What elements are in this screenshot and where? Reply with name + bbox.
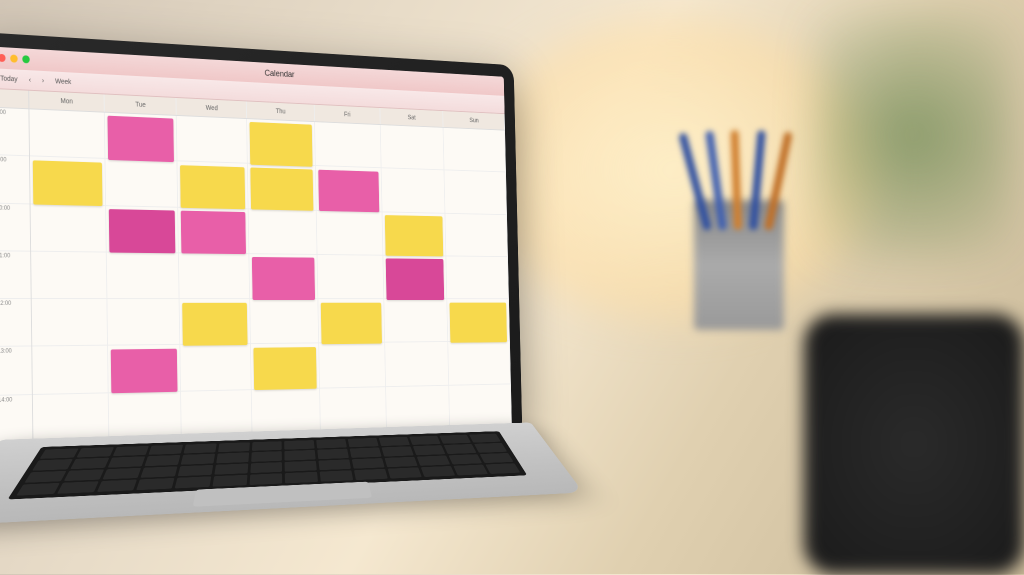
time-label: 10:00 [0,203,30,251]
calendar-cell[interactable] [320,387,386,433]
background-chair [804,314,1024,574]
time-label: 8:00 [0,108,29,157]
calendar-cell[interactable] [446,213,508,257]
calendar-event[interactable] [250,122,313,166]
calendar-cell[interactable] [250,299,318,344]
calendar-cell[interactable] [33,393,108,443]
calendar-cell[interactable] [317,210,383,255]
day-column [29,109,109,442]
calendar-grid: 8:009:0010:0011:0012:0013:0014:00 [0,108,512,444]
laptop-keyboard [0,422,583,526]
calendar-cell[interactable] [384,299,448,343]
calendar-event[interactable] [181,211,246,255]
day-header: Mon [29,91,104,112]
calendar-cell[interactable] [317,255,383,299]
calendar-event[interactable] [450,302,507,343]
day-column [247,119,321,435]
today-button[interactable]: Today [0,75,18,83]
prev-button[interactable]: ‹ [29,77,31,84]
calendar-event[interactable] [318,169,379,212]
time-label: 14:00 [0,395,32,444]
calendar-cell[interactable] [252,388,320,435]
calendar-event[interactable] [385,259,444,300]
calendar-event[interactable] [250,167,313,211]
calendar-cell[interactable] [445,171,507,215]
calendar-cell[interactable] [444,128,506,173]
fullscreen-icon[interactable] [22,55,29,63]
calendar-days [29,109,512,442]
calendar-cell[interactable] [181,344,251,391]
calendar-cell[interactable] [105,159,177,207]
calendar-cell[interactable] [107,299,180,346]
calendar-cell[interactable] [177,116,247,164]
calendar-cell[interactable] [319,343,385,388]
calendar-cell[interactable] [449,384,511,429]
pens [684,130,794,220]
calendar-cell[interactable] [32,299,107,347]
calendar-cell[interactable] [31,204,106,252]
next-button[interactable]: › [42,77,44,84]
time-column-header [0,89,29,108]
time-label: 11:00 [0,251,31,299]
calendar-cell[interactable] [448,342,510,386]
day-header: Fri [315,105,381,124]
calendar-cell[interactable] [31,252,106,300]
calendar-cell[interactable] [106,252,179,299]
calendar-event[interactable] [33,160,102,206]
calendar-cell[interactable] [108,391,181,440]
laptop-screen-bezel: Calendar Today ‹ › Week MonTueWedThuFriS… [0,32,522,459]
day-column [315,122,387,433]
calendar-cell[interactable] [179,253,249,299]
calendar-cell[interactable] [29,109,104,159]
calendar-event[interactable] [321,302,382,344]
view-selector[interactable]: Week [55,78,71,86]
calendar-cell[interactable] [446,256,508,299]
laptop-screen: Calendar Today ‹ › Week MonTueWedThuFriS… [0,46,512,443]
calendar-cell[interactable] [32,346,107,395]
day-header: Sun [443,111,505,130]
calendar-cell[interactable] [385,342,449,387]
calendar-event[interactable] [252,257,315,300]
calendar-cell[interactable] [181,390,251,438]
calendar-cell[interactable] [249,209,317,255]
laptop: Calendar Today ‹ › Week MonTueWedThuFriS… [0,32,548,572]
calendar-event[interactable] [254,347,317,390]
close-icon[interactable] [0,54,6,62]
calendar-event[interactable] [180,165,245,210]
calendar-event[interactable] [110,349,177,394]
background-plant [814,10,1014,260]
time-column: 8:009:0010:0011:0012:0013:0014:00 [0,108,33,444]
calendar-cell[interactable] [315,122,381,168]
calendar-cell[interactable] [381,168,445,213]
time-label: 9:00 [0,155,30,204]
calendar-event[interactable] [183,302,248,345]
day-column [177,116,253,438]
day-header: Thu [247,101,315,121]
day-header: Tue [104,94,177,115]
calendar-event[interactable] [109,209,176,254]
calendar-cell[interactable] [380,125,444,171]
time-label: 13:00 [0,347,32,396]
calendar-event[interactable] [107,116,174,162]
time-label: 12:00 [0,299,31,347]
window-title: Calendar [265,68,295,79]
calendar-event[interactable] [384,215,443,257]
day-column [444,128,512,429]
minimize-icon[interactable] [10,54,18,62]
day-header: Wed [177,98,247,118]
calendar-cell[interactable] [386,385,450,430]
day-header: Sat [380,108,444,127]
day-column [105,113,183,440]
day-column [380,125,450,431]
